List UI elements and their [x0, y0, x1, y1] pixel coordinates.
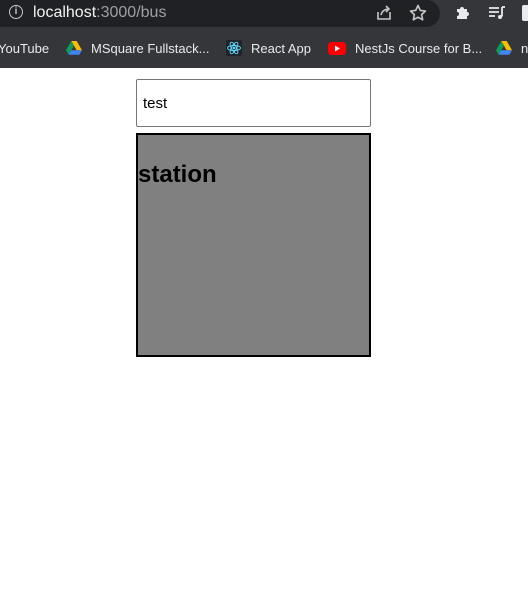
url-path: :3000/bus [96, 4, 167, 21]
url-text[interactable]: localhost:3000/bus [33, 3, 166, 23]
station-card: station [136, 133, 371, 357]
media-control-icon[interactable] [487, 3, 507, 23]
bookmark-label: NestJs Course for B... [355, 40, 483, 56]
profile-icon[interactable] [522, 5, 528, 21]
browser-chrome: i localhost:3000/bus YouTube MSquare Ful… [0, 0, 528, 68]
react-icon [226, 40, 242, 56]
youtube-icon [328, 41, 346, 55]
url-host: localhost [33, 4, 97, 21]
bookmark-label: React App [251, 40, 311, 56]
bookmark-nestjs-course[interactable]: NestJs Course for B... [328, 36, 482, 60]
info-icon[interactable]: i [9, 5, 23, 19]
bookmarks-bar: YouTube MSquare Fullstack... React App N… [0, 36, 528, 60]
bookmark-label: n [521, 40, 528, 56]
bookmark-msquare[interactable]: MSquare Fullstack... [66, 36, 210, 60]
google-drive-icon [496, 41, 512, 55]
google-drive-icon [66, 41, 82, 55]
bus-search-input[interactable] [136, 79, 371, 127]
share-icon[interactable] [374, 3, 394, 23]
bookmark-star-icon[interactable] [408, 3, 428, 23]
bookmark-react-app[interactable]: React App [226, 36, 311, 60]
extensions-icon[interactable] [453, 3, 473, 23]
bookmark-youtube[interactable]: YouTube [0, 36, 49, 60]
bookmark-label: MSquare Fullstack... [91, 40, 210, 56]
station-heading: station [138, 161, 217, 188]
bookmark-drive[interactable]: n [496, 36, 528, 60]
bookmark-label: YouTube [0, 40, 50, 56]
address-bar[interactable]: i localhost:3000/bus [0, 0, 440, 27]
